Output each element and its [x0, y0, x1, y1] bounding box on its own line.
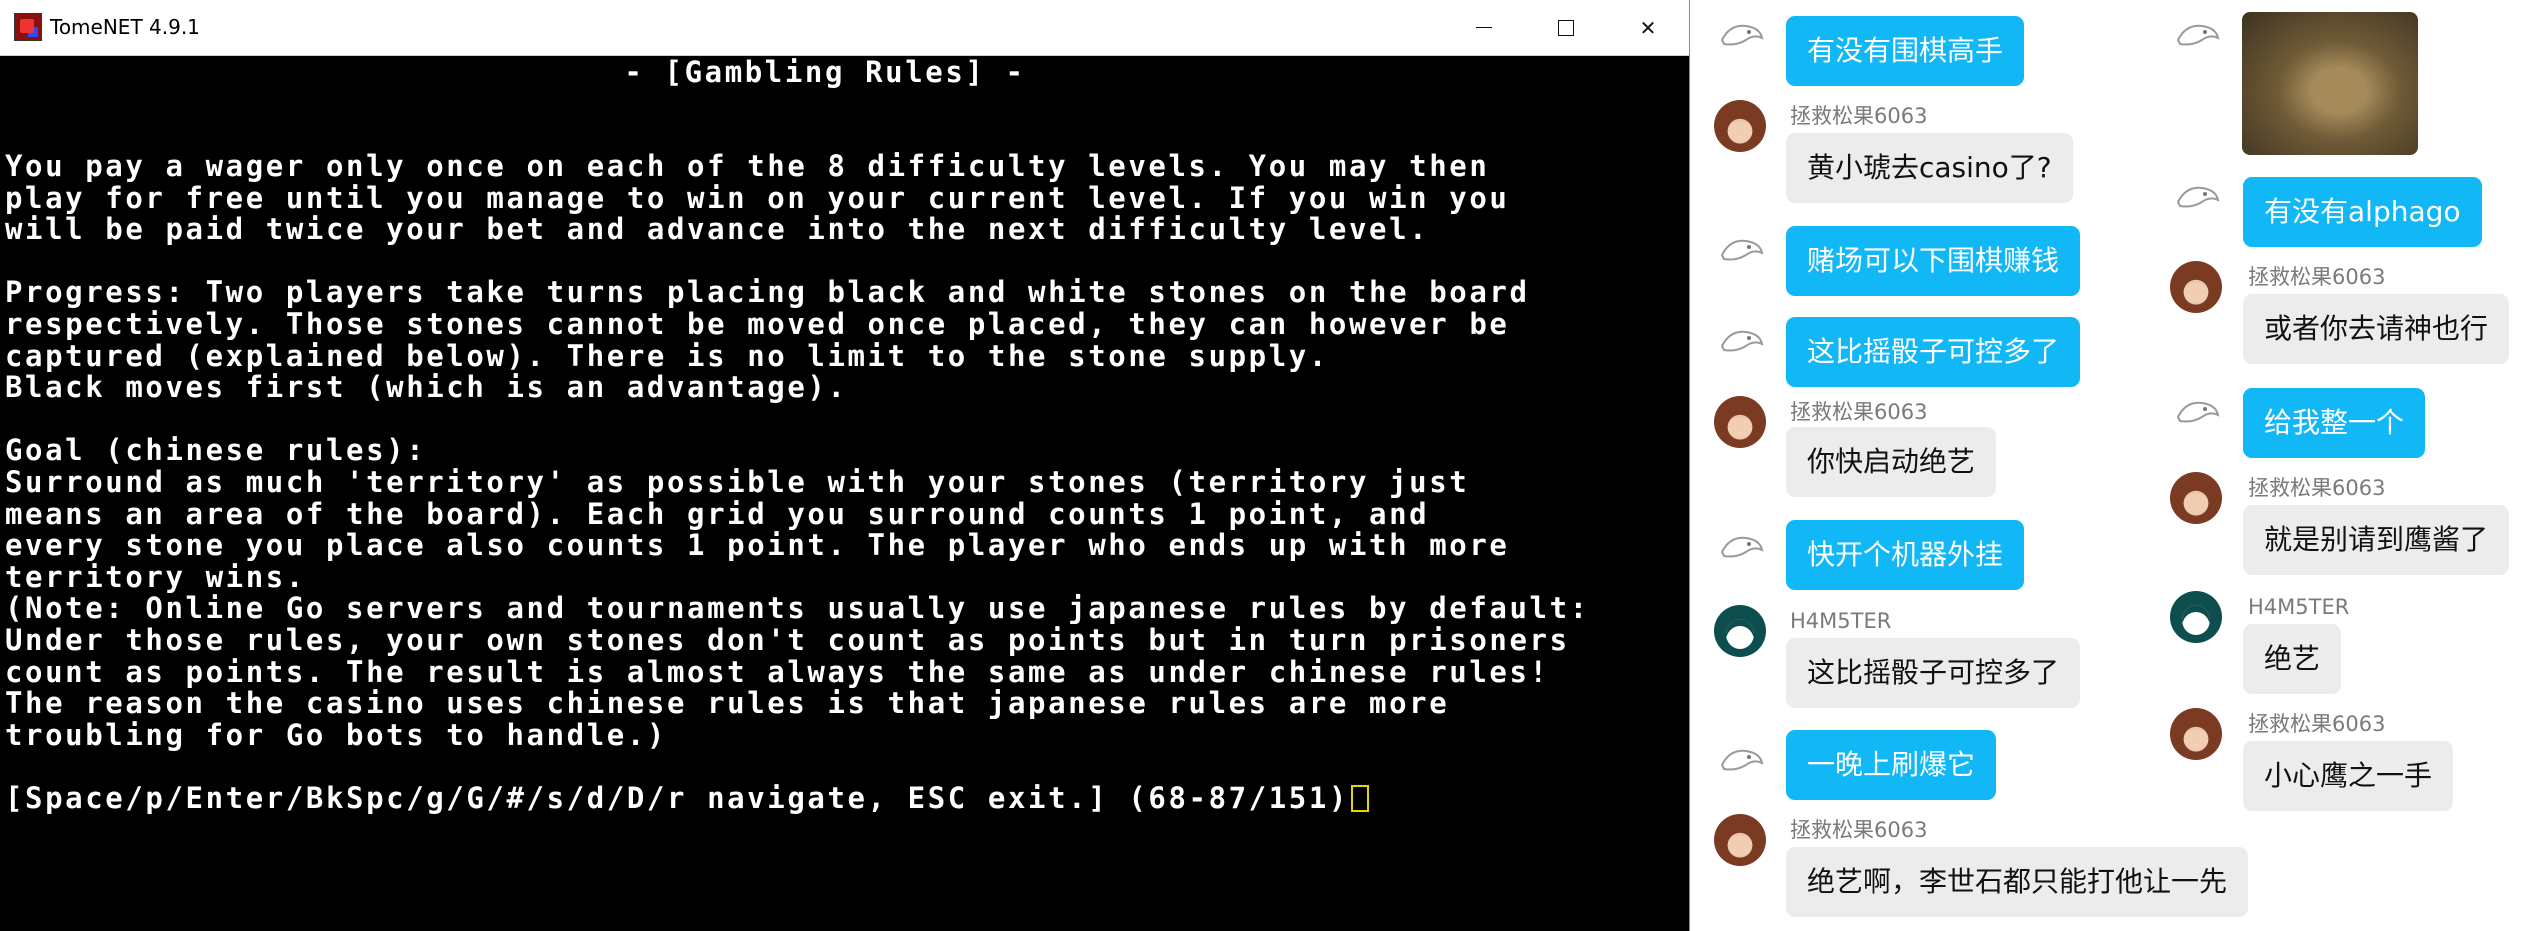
terminal-line: count as points. The result is almost al…: [5, 654, 1550, 689]
chat-message-bubble: 绝艺: [2243, 624, 2342, 694]
title-bar[interactable]: TomeNET 4.9.1 ✕: [0, 0, 1689, 56]
chat-message-bubble: 有没有alphago: [2243, 177, 2482, 247]
chat-message-bubble: 就是别请到鹰酱了: [2243, 505, 2510, 575]
sender-name: 拯救松果6063: [1790, 818, 1928, 842]
terminal-line: Black moves first (which is an advantage…: [5, 370, 848, 405]
girl-avatar[interactable]: [2170, 708, 2222, 760]
terminal-line: Progress: Two players take turns placing…: [5, 275, 1530, 310]
hedgehog-photo[interactable]: [2242, 12, 2418, 155]
chat-message-bubble: 黄小琥去casino了?: [1786, 133, 2073, 203]
sender-name: 拯救松果6063: [2248, 265, 2386, 289]
terminal-heading: - [Gambling Rules] -: [624, 55, 1026, 89]
terminal-line: respectively. Those stones cannot be mov…: [5, 307, 1510, 341]
terminal-line: troubling for Go bots to handle.): [5, 717, 667, 752]
tomenet-window: TomeNET 4.9.1 ✕ - [Gambling Rules] - You…: [0, 0, 1690, 931]
sender-name: H4M5TER: [1790, 609, 1892, 633]
minimize-icon: [1476, 27, 1492, 28]
chat-message-bubble: 赌场可以下围棋赚钱: [1786, 226, 2081, 296]
maximize-button[interactable]: [1526, 0, 1606, 55]
chat-message-bubble: 快开个机器外挂: [1786, 520, 2025, 590]
terminal-line: every stone you place also counts 1 poin…: [5, 528, 1510, 563]
terminal-screen[interactable]: - [Gambling Rules] - You pay a wager onl…: [0, 56, 1688, 931]
chat-message-bubble: 一晚上刷爆它: [1786, 730, 1997, 800]
terminal-line: Goal (chinese rules):: [5, 433, 427, 468]
maximize-icon: [1558, 19, 1574, 36]
sender-name: 拯救松果6063: [1790, 400, 1928, 424]
sender-name: H4M5TER: [2248, 595, 2350, 619]
chat-message-bubble: 给我整一个: [2243, 388, 2426, 458]
chat-message-bubble: 小心鹰之一手: [2243, 741, 2454, 811]
terminal-line: You pay a wager only once on each of the…: [5, 149, 1490, 183]
terminal-line: captured (explained below). There is no …: [5, 338, 1329, 373]
chat-message-bubble: 绝艺啊，李世石都只能打他让一先: [1786, 847, 2249, 917]
terminal-line: Surround as much 'territory' as possible…: [5, 465, 1470, 499]
close-icon: ✕: [1639, 15, 1657, 40]
sketch-avatar[interactable]: [1716, 316, 1768, 368]
tomenet-app-icon: [14, 13, 42, 41]
chat-message-bubble: 这比摇骰子可控多了: [1786, 638, 2081, 708]
sketch-avatar[interactable]: [2172, 172, 2224, 224]
terminal-line: will be paid twice your bet and advance …: [5, 212, 1430, 247]
terminal-line: The reason the casino uses chinese rules…: [5, 686, 1450, 721]
dark-avatar[interactable]: [2170, 591, 2222, 643]
sender-name: 拯救松果6063: [1790, 104, 1928, 128]
terminal-cursor: [1350, 785, 1369, 812]
girl-avatar[interactable]: [2170, 472, 2222, 524]
sketch-avatar[interactable]: [1716, 225, 1768, 277]
window-title: TomeNET 4.9.1: [50, 15, 200, 39]
chat-message-bubble: 有没有围棋高手: [1786, 16, 2025, 86]
girl-avatar[interactable]: [1714, 814, 1766, 866]
sketch-avatar[interactable]: [2172, 10, 2224, 62]
chat-message-bubble: 这比摇骰子可控多了: [1786, 317, 2081, 387]
sender-name: 拯救松果6063: [2248, 712, 2386, 736]
sketch-avatar[interactable]: [1716, 522, 1768, 574]
terminal-prompt-line: [Space/p/Enter/BkSpc/g/G/#/s/d/D/r navig…: [5, 782, 1369, 814]
girl-avatar[interactable]: [1714, 100, 1766, 152]
terminal-line: (Note: Online Go servers and tournaments…: [5, 591, 1590, 626]
terminal-line: means an area of the board). Each grid y…: [5, 496, 1430, 531]
sketch-avatar[interactable]: [1716, 10, 1768, 62]
sender-name: 拯救松果6063: [2248, 476, 2386, 500]
close-button[interactable]: ✕: [1608, 0, 1688, 55]
sketch-avatar[interactable]: [2172, 387, 2224, 439]
dark-avatar[interactable]: [1714, 605, 1766, 657]
girl-avatar[interactable]: [1714, 396, 1766, 448]
terminal-line: territory wins.: [5, 559, 306, 594]
girl-avatar[interactable]: [2170, 261, 2222, 313]
minimize-button[interactable]: [1444, 0, 1524, 55]
chat-message-bubble: 你快启动绝艺: [1786, 427, 1997, 497]
sketch-avatar[interactable]: [1716, 735, 1768, 787]
chat-message-bubble: 或者你去请神也行: [2243, 294, 2510, 364]
terminal-line: Under those rules, your own stones don't…: [5, 623, 1570, 657]
terminal-line: play for free until you manage to win on…: [5, 180, 1510, 215]
